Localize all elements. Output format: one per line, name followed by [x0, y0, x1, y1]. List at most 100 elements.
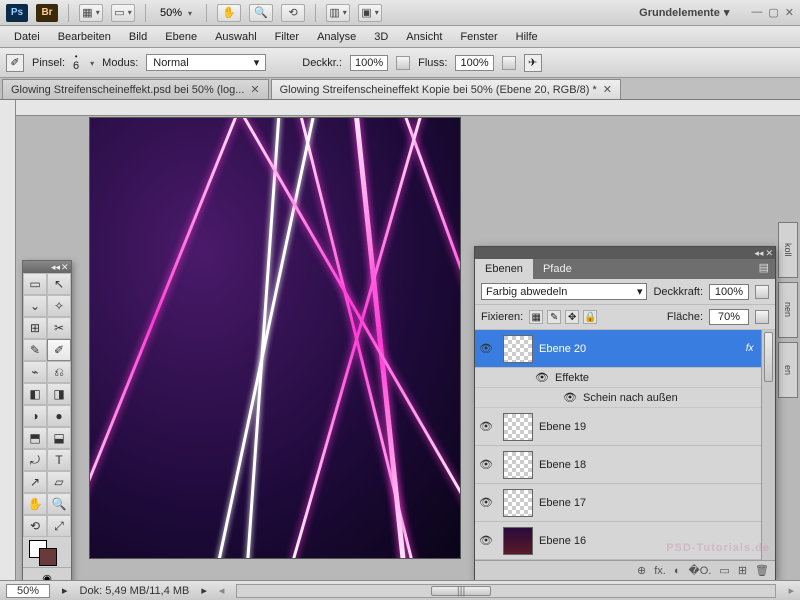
type-tool-icon[interactable]: T — [47, 449, 71, 471]
collapsed-panel[interactable]: nen — [778, 282, 798, 338]
add-fx-icon[interactable]: fx. — [654, 565, 666, 577]
document-canvas[interactable] — [90, 118, 460, 558]
workspace-switcher[interactable]: Grundelemente▾ — [639, 6, 729, 19]
effect-visibility-icon[interactable]: 👁 — [535, 371, 547, 384]
ruler-horizontal[interactable] — [16, 100, 800, 116]
eyedropper-tool-icon[interactable]: ✎ — [23, 339, 47, 361]
3d-tool-icon[interactable]: ⤢ — [47, 515, 71, 537]
eraser-tool-icon[interactable]: ◨ — [47, 383, 71, 405]
arrange-documents-button[interactable]: ▥ — [326, 4, 350, 22]
layer-row[interactable]: 👁 Ebene 19 — [475, 408, 775, 446]
photoshop-logo-icon[interactable]: Ps — [6, 4, 28, 22]
move-tool-icon[interactable]: ↖ — [47, 273, 71, 295]
layer-name[interactable]: Ebene 18 — [539, 459, 775, 471]
view-extras-button[interactable]: ▦ — [79, 4, 103, 22]
status-zoom-input[interactable]: 50% — [6, 584, 50, 598]
zoom-select[interactable]: 50% — [156, 7, 196, 19]
ruler-vertical[interactable] — [0, 100, 16, 580]
tool-preset-icon[interactable]: ✐ — [6, 54, 24, 72]
menu-analysis[interactable]: Analyse — [309, 29, 364, 45]
rotate-view-tool-icon[interactable]: ⟲ — [23, 515, 47, 537]
menu-help[interactable]: Hilfe — [508, 29, 546, 45]
doc-info-button[interactable]: ▸ — [62, 584, 68, 597]
add-adjustment-icon[interactable]: �O. — [689, 564, 712, 577]
layer-row[interactable]: 👁 Ebene 18 — [475, 446, 775, 484]
add-mask-icon[interactable]: ◐ — [674, 565, 681, 577]
minimize-button[interactable]: — — [751, 6, 762, 19]
lasso-tool-icon[interactable]: ⌄ — [23, 295, 47, 317]
slice-tool-icon[interactable]: ✂ — [47, 317, 71, 339]
menu-view[interactable]: Ansicht — [398, 29, 450, 45]
layer-thumbnail[interactable] — [503, 335, 533, 363]
healing-brush-tool-icon[interactable]: ⌁ — [23, 361, 47, 383]
effect-row[interactable]: 👁 Schein nach außen — [475, 388, 775, 408]
lock-pixels-icon[interactable]: ✎ — [547, 310, 561, 324]
dodge-tool-icon[interactable]: ⬒ — [23, 427, 47, 449]
fill-input[interactable]: 70% — [709, 309, 749, 325]
new-group-icon[interactable]: ▭ — [719, 564, 729, 577]
layer-row[interactable]: 👁 Ebene 17 — [475, 484, 775, 522]
gradient-tool-icon[interactable]: ◑ — [23, 405, 47, 427]
panel-menu-icon[interactable]: ▤ — [753, 259, 775, 279]
menu-edit[interactable]: Bearbeiten — [50, 29, 119, 45]
crop-tool-icon[interactable]: ⊞ — [23, 317, 47, 339]
blend-mode-select[interactable]: Normal▾ — [146, 54, 266, 71]
hand-tool-icon[interactable]: ✋ — [23, 493, 47, 515]
zoom-tool-icon[interactable]: 🔍 — [47, 493, 71, 515]
new-layer-icon[interactable]: ⊞ — [738, 564, 747, 577]
rotate-view-icon[interactable]: ⟲ — [281, 4, 305, 22]
menu-window[interactable]: Fenster — [452, 29, 505, 45]
zoom-tool-icon[interactable]: 🔍 — [249, 4, 273, 22]
document-tab[interactable]: Glowing Streifenscheineffekt.psd bei 50%… — [2, 79, 269, 99]
layer-thumbnail[interactable] — [503, 413, 533, 441]
layer-thumbnail[interactable] — [503, 489, 533, 517]
layers-tab[interactable]: Ebenen — [475, 259, 533, 279]
screen-mode-button[interactable]: ▭ — [111, 4, 135, 22]
close-tab-icon[interactable]: ✕ — [603, 83, 612, 96]
layers-scrollbar[interactable] — [761, 330, 775, 560]
flow-input[interactable]: 100% — [455, 55, 493, 71]
airbrush-icon[interactable]: ✈ — [524, 54, 542, 72]
menu-3d[interactable]: 3D — [366, 29, 396, 45]
brush-tool-icon[interactable]: ✐ — [47, 339, 71, 361]
menu-file[interactable]: Datei — [6, 29, 48, 45]
lock-transparency-icon[interactable]: ▦ — [529, 310, 543, 324]
history-brush-tool-icon[interactable]: ⎌ — [47, 361, 71, 383]
layer-thumbnail[interactable] — [503, 451, 533, 479]
shape-tool-icon[interactable]: ▱ — [47, 471, 71, 493]
clone-stamp-tool-icon[interactable]: ◧ — [23, 383, 47, 405]
marquee-tool-icon[interactable]: ▭ — [23, 273, 47, 295]
fill-flyout-icon[interactable] — [755, 310, 769, 324]
layer-visibility-icon[interactable]: 👁 — [475, 534, 497, 547]
close-button[interactable]: ✕ — [785, 6, 794, 19]
screen-mode-2-button[interactable]: ▣ — [358, 4, 382, 22]
maximize-button[interactable]: ▢ — [768, 6, 778, 19]
opacity-input[interactable]: 100% — [350, 55, 388, 71]
lock-all-icon[interactable]: 🔒 — [583, 310, 597, 324]
layer-opacity-input[interactable]: 100% — [709, 284, 749, 300]
doc-info-flyout-icon[interactable]: ▸ — [201, 584, 207, 597]
bridge-logo-icon[interactable]: Br — [36, 4, 58, 22]
delete-layer-icon[interactable]: 🗑 — [755, 564, 769, 577]
tools-panel-header[interactable]: ◂◂✕ — [23, 261, 71, 273]
layer-visibility-icon[interactable]: 👁 — [475, 458, 497, 471]
close-tab-icon[interactable]: ✕ — [250, 83, 259, 96]
menu-layer[interactable]: Ebene — [157, 29, 205, 45]
layer-thumbnail[interactable] — [503, 527, 533, 555]
layers-panel-titlebar[interactable]: ◂◂✕ — [475, 247, 775, 259]
line-tool-icon[interactable]: ↗ — [23, 471, 47, 493]
effects-row[interactable]: 👁 Effekte — [475, 368, 775, 388]
link-layers-icon[interactable]: ⊕ — [637, 564, 646, 577]
layer-blend-mode-select[interactable]: Farbig abwedeln▾ — [481, 283, 647, 300]
pen-tool-icon[interactable]: ⬓ — [47, 427, 71, 449]
layer-row[interactable]: 👁 Ebene 16 ◑ — [475, 522, 775, 560]
menu-filter[interactable]: Filter — [267, 29, 307, 45]
layer-opacity-flyout-icon[interactable] — [755, 285, 769, 299]
layer-visibility-icon[interactable]: 👁 — [475, 342, 497, 355]
paths-tab[interactable]: Pfade — [533, 259, 582, 279]
layer-row[interactable]: 👁 Ebene 20 fx ▴ — [475, 330, 775, 368]
layer-visibility-icon[interactable]: 👁 — [475, 496, 497, 509]
menu-select[interactable]: Auswahl — [207, 29, 265, 45]
blur-tool-icon[interactable]: ● — [47, 405, 71, 427]
effect-visibility-icon[interactable]: 👁 — [563, 391, 575, 404]
